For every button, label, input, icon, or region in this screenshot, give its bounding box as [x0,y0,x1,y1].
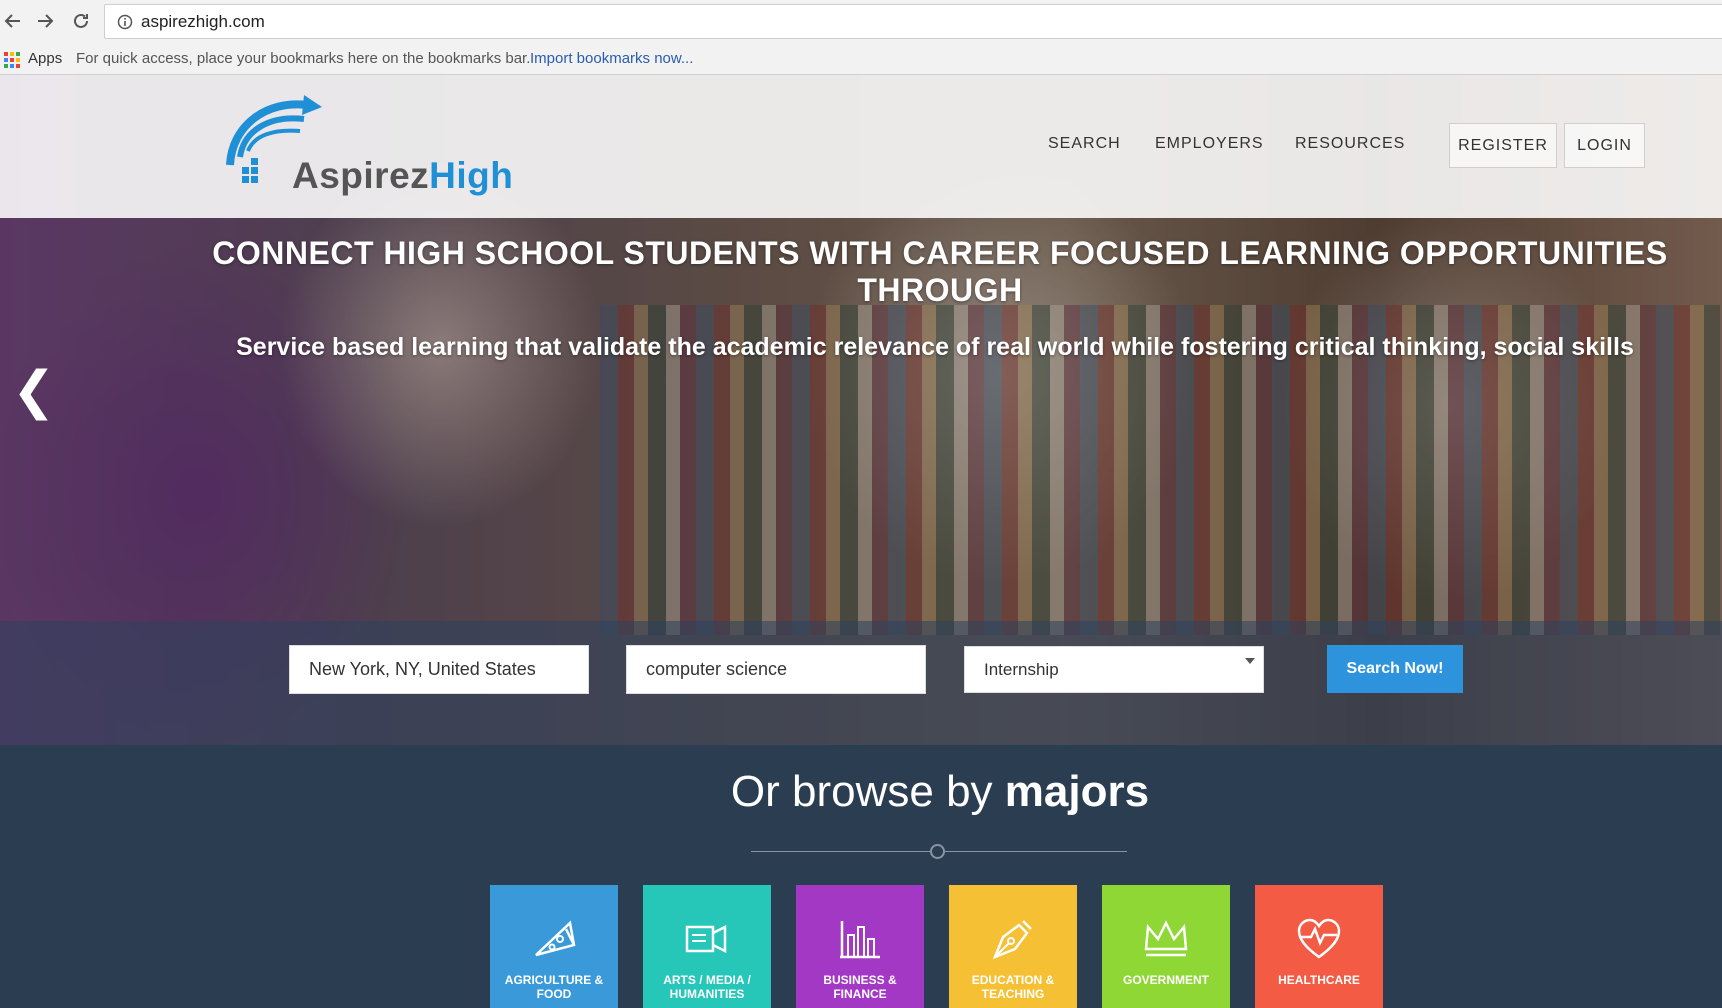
site-header: AspirezHigh SEARCH EMPLOYERS RESOURCES R… [0,75,1722,218]
browser-toolbar: aspirezhigh.com [0,0,1722,43]
nav-search[interactable]: SEARCH [1048,135,1121,153]
major-label: AGRICULTURE & FOOD [504,973,604,1001]
major-label: BUSINESS & FINANCE [823,973,897,1001]
logo-wordmark: AspirezHigh [292,155,514,196]
major-tile-business[interactable]: BUSINESS & FINANCE [796,885,924,1008]
site-logo[interactable]: AspirezHigh [222,95,522,205]
chevron-down-icon [1245,658,1255,664]
bar-chart-icon [840,921,880,959]
register-button[interactable]: REGISTER [1449,123,1557,168]
page: AspirezHigh SEARCH EMPLOYERS RESOURCES R… [0,75,1722,1008]
nav-resources[interactable]: RESOURCES [1295,135,1405,153]
browse-majors-section: Or browse by majors AGRICULTURE & FOOD A… [0,745,1722,1008]
search-now-button[interactable]: Search Now! [1327,645,1463,693]
major-label: GOVERNMENT [1122,973,1209,987]
major-tile-education[interactable]: EDUCATION & TEACHING [949,885,1077,1008]
url-text: aspirezhigh.com [141,12,265,31]
apps-grid-icon[interactable] [4,52,20,68]
major-tile-arts[interactable]: ARTS / MEDIA / HUMANITIES [643,885,771,1008]
opportunity-type-value: Internship [984,660,1059,679]
divider-dot [930,844,945,859]
reload-icon[interactable] [68,8,94,34]
bookmarks-hint: For quick access, place your bookmarks h… [76,50,531,67]
carousel-prev-icon[interactable]: ❮ [12,365,56,417]
browse-title: Or browse by majors [730,767,1150,816]
import-bookmarks-link[interactable]: Import bookmarks now... [530,50,693,67]
login-button[interactable]: LOGIN [1564,123,1645,168]
major-label: ARTS / MEDIA / HUMANITIES [663,973,751,1001]
info-icon[interactable] [117,14,133,30]
pen-nib-icon [992,920,1032,960]
address-bar[interactable]: aspirezhigh.com [104,4,1722,39]
major-tile-healthcare[interactable]: HEALTHCARE [1255,885,1383,1008]
bookmarks-bar: Apps For quick access, place your bookma… [0,43,1722,75]
nav-employers[interactable]: EMPLOYERS [1155,135,1264,153]
back-icon[interactable] [0,8,26,34]
pizza-slice-icon [535,920,576,957]
major-tile-agriculture[interactable]: AGRICULTURE & FOOD [490,885,618,1008]
forward-icon[interactable] [32,8,58,34]
major-tile-government[interactable]: GOVERNMENT [1102,885,1230,1008]
opportunity-type-select[interactable]: Internship [964,646,1264,693]
location-input[interactable]: New York, NY, United States [289,645,589,694]
hero-headline: CONNECT HIGH SCHOOL STUDENTS WITH CAREER… [212,235,1668,308]
crown-icon [1144,920,1188,957]
apps-shortcut[interactable]: Apps [28,50,62,67]
major-label: EDUCATION & TEACHING [971,973,1055,1001]
heart-pulse-icon [1297,918,1341,959]
major-label: HEALTHCARE [1278,973,1360,987]
keyword-input[interactable]: computer science [626,645,926,694]
hero-subheadline: Service based learning that validate the… [236,333,1634,361]
media-icon [685,924,727,954]
